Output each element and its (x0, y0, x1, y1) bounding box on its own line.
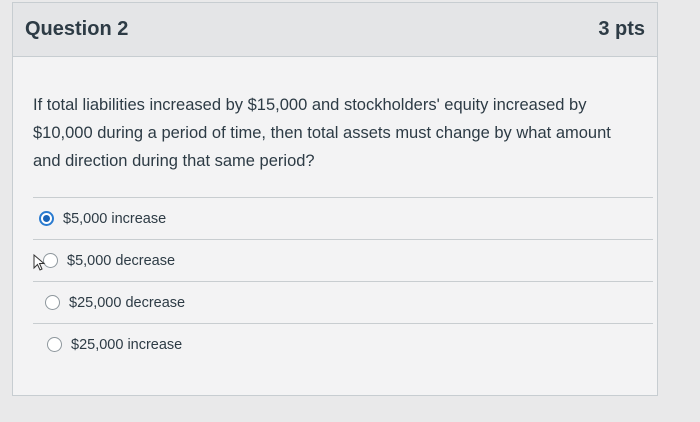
question-card: Question 2 3 pts If total liabilities in… (12, 2, 658, 396)
answer-option-4[interactable]: $25,000 increase (33, 323, 653, 365)
answer-option-2[interactable]: $5,000 decrease (33, 239, 653, 281)
radio-selected-icon[interactable] (39, 211, 54, 226)
question-body: If total liabilities increased by $15,00… (13, 57, 657, 365)
answer-option-3[interactable]: $25,000 decrease (33, 281, 653, 323)
question-points: 3 pts (598, 18, 645, 40)
radio-icon[interactable] (47, 337, 62, 352)
question-text: If total liabilities increased by $15,00… (33, 96, 611, 170)
answer-label: $25,000 decrease (69, 294, 186, 311)
answer-list: $5,000 increase $5,000 decrease $25,000 … (33, 197, 657, 365)
question-title: Question 2 (25, 18, 129, 40)
mouse-pointer-icon (33, 254, 46, 271)
radio-icon[interactable] (45, 295, 60, 310)
question-header: Question 2 3 pts (13, 3, 657, 57)
answer-label: $25,000 increase (71, 336, 183, 353)
answer-label: $5,000 increase (63, 210, 167, 227)
answer-option-1[interactable]: $5,000 increase (33, 197, 653, 239)
answer-label: $5,000 decrease (67, 252, 176, 269)
